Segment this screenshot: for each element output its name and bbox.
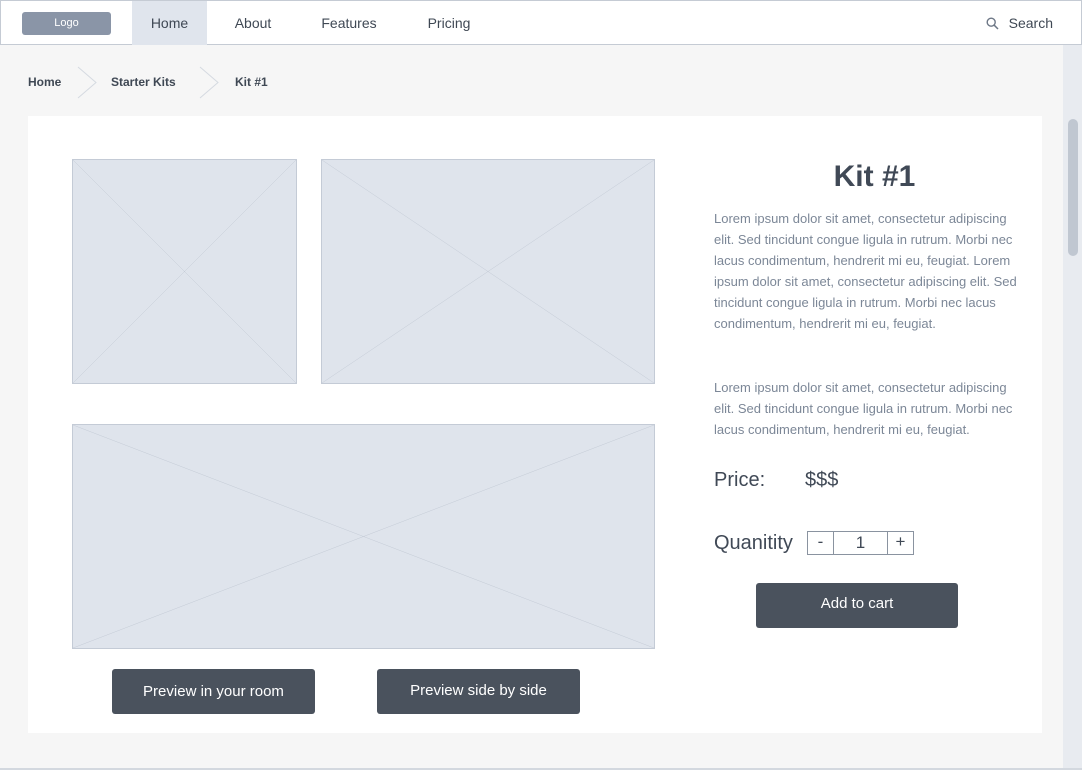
image-placeholder-icon xyxy=(322,160,654,383)
top-nav: Logo Home About Features Pricing Search xyxy=(0,0,1082,45)
product-description-secondary: Lorem ipsum dolor sit amet, consectetur … xyxy=(714,380,1013,437)
nav-item-home[interactable]: Home xyxy=(132,1,207,45)
breadcrumb-home[interactable]: Home xyxy=(28,75,61,89)
price-value: $$$ xyxy=(805,469,839,491)
quantity-decrement-button[interactable]: - xyxy=(808,532,834,554)
product-title: Kit #1 xyxy=(833,160,916,193)
quantity-label: Quanitity xyxy=(714,532,793,554)
chevron-right-icon xyxy=(77,66,97,99)
image-placeholder-icon xyxy=(73,425,654,648)
quantity-stepper: - 1 + xyxy=(807,531,914,555)
product-description: Lorem ipsum dolor sit amet, consectetur … xyxy=(714,211,1017,331)
preview-in-room-button[interactable]: Preview in your room xyxy=(112,669,315,714)
image-placeholder-icon xyxy=(73,160,296,383)
chevron-right-icon xyxy=(199,66,219,99)
search-button[interactable]: Search xyxy=(986,1,1053,45)
add-to-cart-button[interactable]: Add to cart xyxy=(756,583,958,628)
product-image-3 xyxy=(72,424,655,649)
nav-item-about[interactable]: About xyxy=(223,1,283,45)
quantity-value[interactable]: 1 xyxy=(834,532,887,554)
product-image-1 xyxy=(72,159,297,384)
search-label: Search xyxy=(1008,15,1053,31)
price-label: Price: xyxy=(714,469,766,491)
breadcrumb-starter-kits[interactable]: Starter Kits xyxy=(111,75,176,89)
scrollbar-thumb[interactable] xyxy=(1068,119,1078,256)
preview-side-by-side-button[interactable]: Preview side by side xyxy=(377,669,580,714)
product-image-2 xyxy=(321,159,655,384)
nav-item-pricing[interactable]: Pricing xyxy=(417,1,481,45)
breadcrumb-current: Kit #1 xyxy=(235,75,268,89)
quantity-increment-button[interactable]: + xyxy=(887,532,913,554)
logo[interactable]: Logo xyxy=(22,12,111,35)
search-icon xyxy=(986,16,999,30)
product-card: Preview in your room Preview side by sid… xyxy=(28,116,1042,733)
nav-item-features[interactable]: Features xyxy=(311,1,387,45)
